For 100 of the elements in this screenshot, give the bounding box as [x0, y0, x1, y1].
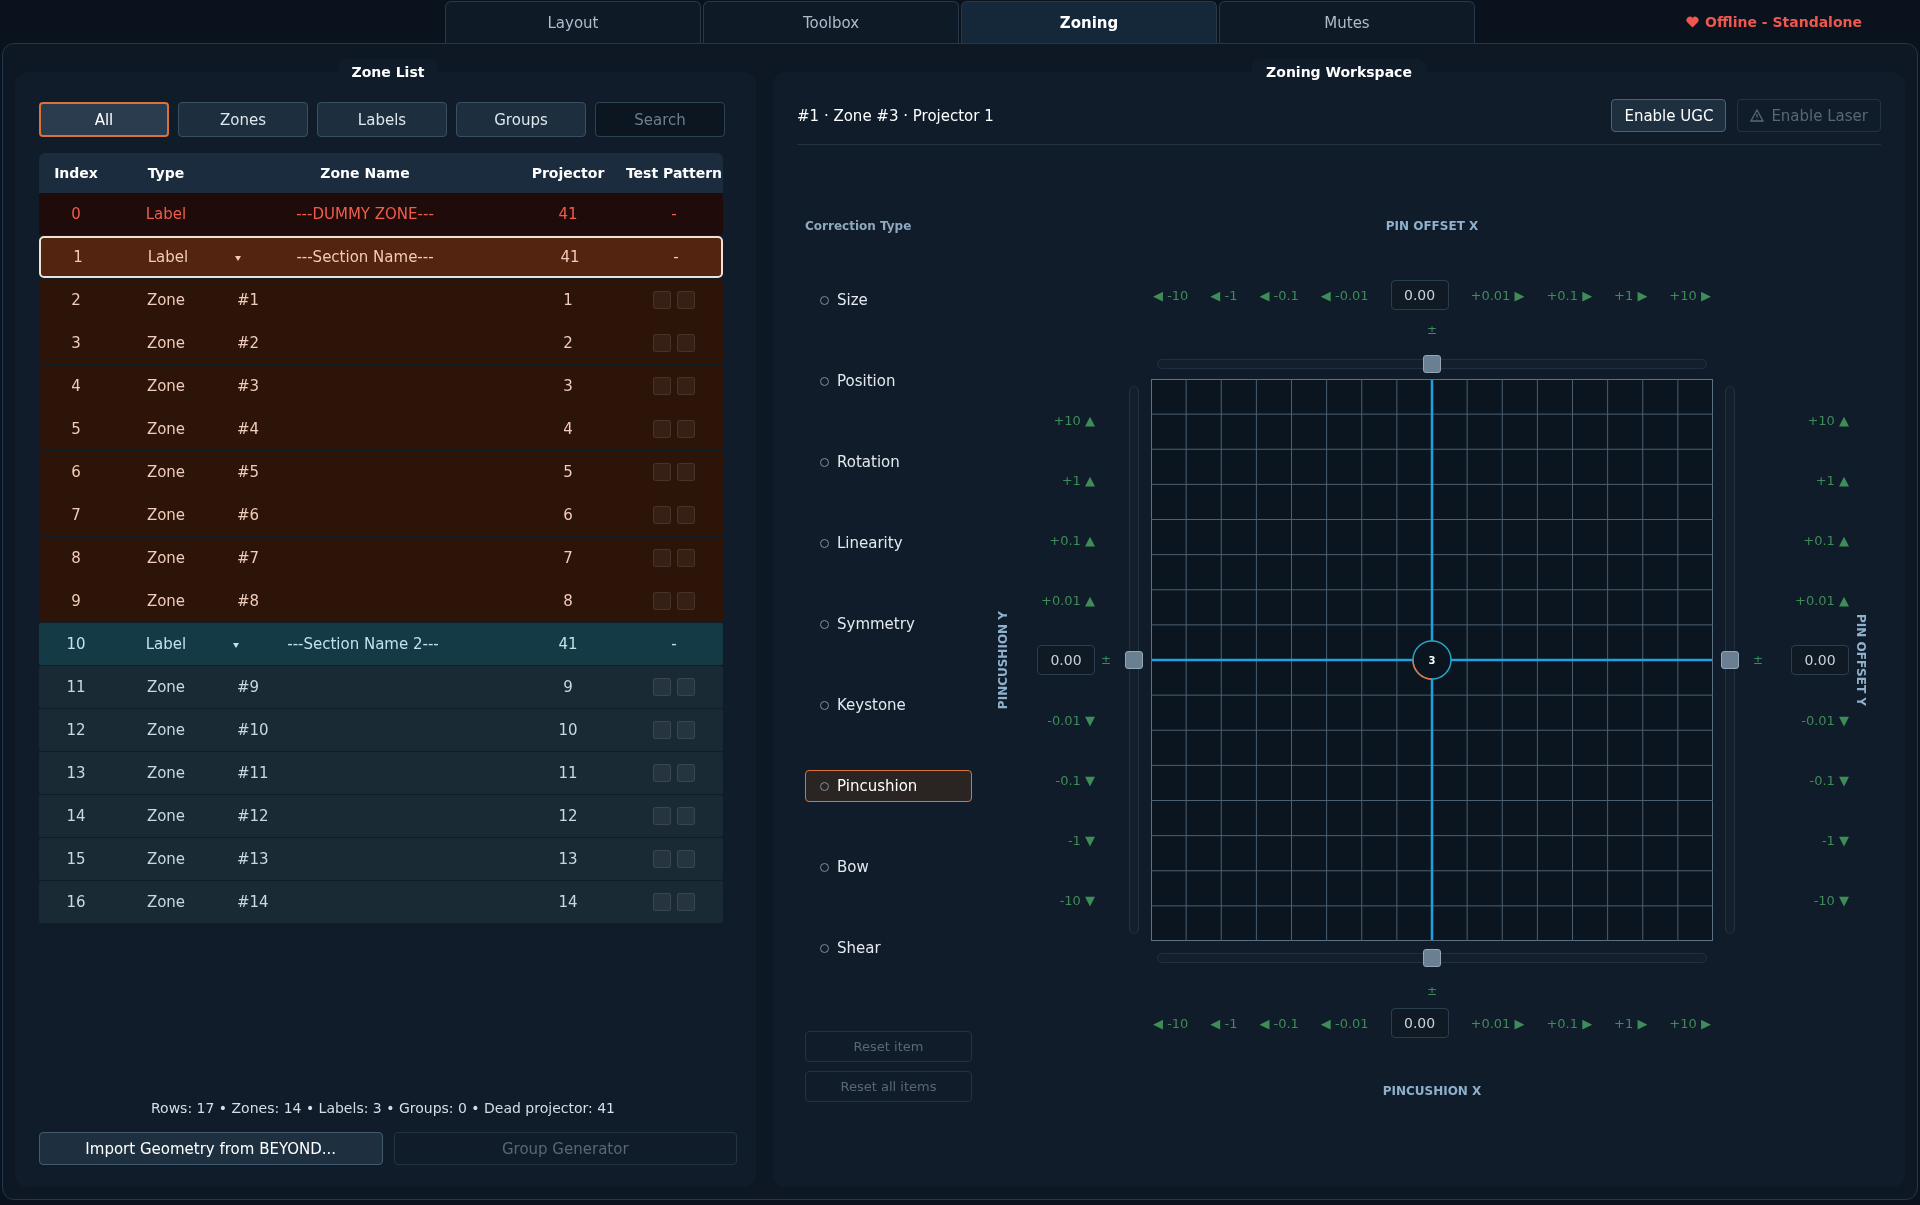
slider-thumb[interactable]	[1423, 355, 1441, 373]
checkbox[interactable]	[653, 721, 671, 739]
table-row[interactable]: 11 Zone #9 9	[39, 666, 723, 708]
correction-item[interactable]: Keystone	[805, 689, 972, 721]
checkbox[interactable]	[653, 334, 671, 352]
checkbox[interactable]	[653, 377, 671, 395]
step-button[interactable]: +10 ▶	[1669, 287, 1711, 303]
checkbox[interactable]	[677, 549, 695, 567]
checkbox[interactable]	[653, 592, 671, 610]
table-row[interactable]: 9 Zone #8 8	[39, 580, 723, 622]
value-field[interactable]: 0.00	[1390, 1008, 1449, 1038]
plus-minus-button[interactable]: ±	[1100, 653, 1112, 667]
step-button[interactable]: ◀ -10	[1153, 1015, 1189, 1031]
value-field[interactable]: 0.00	[1037, 645, 1095, 675]
slider-thumb[interactable]	[1721, 651, 1739, 669]
step-button[interactable]: ◀ -0.01	[1320, 287, 1369, 303]
step-button[interactable]: +0.01 ▲	[1041, 570, 1095, 630]
table-row[interactable]: 15 Zone #13 13	[39, 838, 723, 880]
table-row[interactable]: 16 Zone #14 14	[39, 881, 723, 923]
table-row[interactable]: 4 Zone #3 3	[39, 365, 723, 407]
table-row[interactable]: 7 Zone #6 6	[39, 494, 723, 536]
table-row[interactable]: 14 Zone #12 12	[39, 795, 723, 837]
step-button[interactable]: +0.1 ▲	[1803, 510, 1849, 570]
step-button[interactable]: +10 ▲	[1053, 390, 1095, 450]
slider-thumb[interactable]	[1423, 949, 1441, 967]
correction-item[interactable]: Shear	[805, 932, 972, 964]
checkbox[interactable]	[677, 506, 695, 524]
slider-thumb[interactable]	[1125, 651, 1143, 669]
step-button[interactable]: +0.1 ▲	[1049, 510, 1095, 570]
checkbox[interactable]	[653, 549, 671, 567]
step-button[interactable]: +1 ▶	[1614, 1015, 1648, 1031]
step-button[interactable]: -10 ▼	[1059, 870, 1095, 930]
plus-minus-button[interactable]: ±	[1426, 984, 1438, 998]
correction-item[interactable]: Size	[805, 284, 972, 316]
step-button[interactable]: ◀ -1	[1210, 287, 1238, 303]
table-row[interactable]: 13 Zone #11 11	[39, 752, 723, 794]
step-button[interactable]: +0.1 ▶	[1546, 1015, 1593, 1031]
step-button[interactable]: ◀ -0.01	[1320, 1015, 1369, 1031]
correction-item[interactable]: Linearity	[805, 527, 972, 559]
table-row[interactable]: 2 Zone #1 1	[39, 279, 723, 321]
tab[interactable]: Toolbox	[703, 1, 959, 43]
table-row[interactable]: 8 Zone #7 7	[39, 537, 723, 579]
table-row[interactable]: 0 Label ---DUMMY ZONE--- 41 -	[39, 193, 723, 235]
step-button[interactable]: +0.01 ▶	[1470, 287, 1525, 303]
checkbox[interactable]	[677, 463, 695, 481]
action-button[interactable]: Import Geometry from BEYOND...	[39, 1132, 383, 1165]
step-button[interactable]: +10 ▲	[1807, 390, 1849, 450]
correction-item[interactable]: Bow	[805, 851, 972, 883]
action-button[interactable]: Enable UGC	[1611, 99, 1727, 132]
checkbox[interactable]	[677, 678, 695, 696]
step-button[interactable]: -10 ▼	[1813, 870, 1849, 930]
step-button[interactable]: +1 ▲	[1061, 450, 1095, 510]
table-row[interactable]: 5 Zone #4 4	[39, 408, 723, 450]
checkbox[interactable]	[677, 334, 695, 352]
correction-item[interactable]: Pincushion	[805, 770, 972, 802]
filter-button[interactable]: Labels	[317, 102, 447, 137]
tab[interactable]: Zoning	[961, 1, 1217, 43]
filter-button[interactable]: Zones	[178, 102, 308, 137]
table-row[interactable]: 1 Label ---Section Name--- 41 -	[39, 236, 723, 278]
value-field[interactable]: 0.00	[1791, 645, 1849, 675]
step-button[interactable]: ◀ -10	[1153, 287, 1189, 303]
step-button[interactable]: +0.1 ▶	[1546, 287, 1593, 303]
step-button[interactable]: +0.01 ▶	[1470, 1015, 1525, 1031]
plus-minus-button[interactable]: ±	[1752, 653, 1764, 667]
step-button[interactable]: -0.1 ▼	[1809, 750, 1849, 810]
filter-button[interactable]: All	[39, 102, 169, 137]
checkbox[interactable]	[677, 850, 695, 868]
table-row[interactable]: 3 Zone #2 2	[39, 322, 723, 364]
checkbox[interactable]	[677, 893, 695, 911]
caret-icon[interactable]	[235, 256, 241, 261]
search-field[interactable]: Search	[595, 102, 725, 137]
caret-icon[interactable]	[233, 643, 239, 648]
table-row[interactable]: 10 Label ---Section Name 2--- 41 -	[39, 623, 723, 665]
checkbox[interactable]	[653, 420, 671, 438]
step-button[interactable]: +1 ▶	[1614, 287, 1648, 303]
checkbox[interactable]	[653, 893, 671, 911]
checkbox[interactable]	[653, 678, 671, 696]
step-button[interactable]: -1 ▼	[1067, 810, 1095, 870]
tab[interactable]: Layout	[445, 1, 701, 43]
step-button[interactable]: +1 ▲	[1815, 450, 1849, 510]
tab[interactable]: Mutes	[1219, 1, 1475, 43]
control-point-icon[interactable]	[1412, 640, 1452, 680]
correction-item[interactable]: Rotation	[805, 446, 972, 478]
checkbox[interactable]	[677, 807, 695, 825]
step-button[interactable]: ◀ -0.1	[1259, 287, 1299, 303]
checkbox[interactable]	[653, 463, 671, 481]
table-row[interactable]: 12 Zone #10 10	[39, 709, 723, 751]
table-row[interactable]: 6 Zone #5 5	[39, 451, 723, 493]
step-button[interactable]: -1 ▼	[1821, 810, 1849, 870]
checkbox[interactable]	[653, 807, 671, 825]
filter-button[interactable]: Groups	[456, 102, 586, 137]
step-button[interactable]: -0.01 ▼	[1801, 690, 1849, 750]
checkbox[interactable]	[677, 721, 695, 739]
checkbox[interactable]	[653, 291, 671, 309]
checkbox[interactable]	[653, 764, 671, 782]
step-button[interactable]: +10 ▶	[1669, 1015, 1711, 1031]
correction-item[interactable]: Position	[805, 365, 972, 397]
step-button[interactable]: -0.1 ▼	[1055, 750, 1095, 810]
step-button[interactable]: ◀ -0.1	[1259, 1015, 1299, 1031]
step-button[interactable]: ◀ -1	[1210, 1015, 1238, 1031]
